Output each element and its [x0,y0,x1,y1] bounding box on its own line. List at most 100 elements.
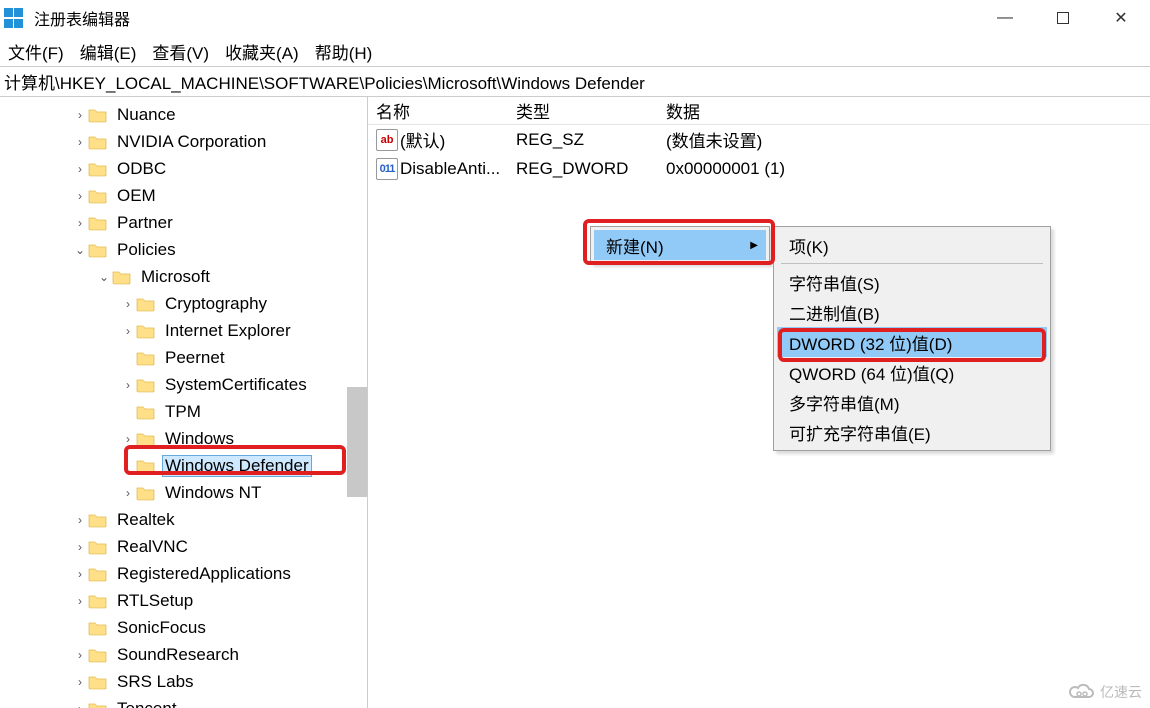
context-menu-new: 新建(N) ▶ [590,226,770,264]
submenu-item[interactable]: 项(K) [777,230,1047,260]
tree-node-label: Realtek [114,510,178,530]
tree-node[interactable]: › Windows [0,425,367,452]
col-header-type[interactable]: 类型 [508,98,658,123]
submenu-item-label: 项(K) [789,233,829,258]
tree-node[interactable]: › SRS Labs [0,668,367,695]
chevron-right-icon[interactable]: › [72,702,88,708]
list-row[interactable]: ab(默认)REG_SZ(数值未设置) [368,125,1150,154]
chevron-right-icon: ▶ [750,240,758,251]
tree-node-label: RealVNC [114,537,191,557]
menu-file[interactable]: 文件(F) [8,39,64,64]
col-header-name[interactable]: 名称 [368,98,508,123]
folder-icon [88,188,108,204]
submenu-item-label: 多字符串值(M) [789,390,899,415]
folder-icon [88,674,108,690]
tree-node-label: Peernet [162,348,228,368]
tree-node[interactable]: ›Windows NT [0,479,367,506]
value-name: DisableAnti... [400,159,500,179]
cloud-icon [1068,683,1096,701]
maximize-button[interactable] [1034,0,1092,36]
minimize-button[interactable]: — [976,0,1034,36]
tree-node-label: Windows Defender [162,455,312,477]
tree-node-label: Microsoft [138,267,213,287]
tree-node-label: Windows [162,429,237,449]
submenu-item[interactable]: DWORD (32 位)值(D) [777,327,1047,357]
tree-node[interactable]: ›Internet Explorer [0,317,367,344]
chevron-right-icon[interactable]: › [72,567,88,581]
chevron-down-icon[interactable]: ⌄ [96,270,112,284]
submenu-item[interactable]: 多字符串值(M) [777,387,1047,417]
tree-node[interactable]: ›NVIDIA Corporation [0,128,367,155]
chevron-right-icon[interactable]: › [120,324,136,338]
submenu-item[interactable]: 字符串值(S) [777,267,1047,297]
address-bar[interactable]: 计算机\HKEY_LOCAL_MACHINE\SOFTWARE\Policies… [0,67,1150,97]
menu-help[interactable]: 帮助(H) [315,39,373,64]
tree-node[interactable]: ›SoundResearch [0,641,367,668]
tree-node-label: SonicFocus [114,618,209,638]
list-row[interactable]: 011DisableAnti...REG_DWORD0x00000001 (1) [368,154,1150,183]
tree-node[interactable]: › Realtek [0,506,367,533]
chevron-right-icon[interactable]: › [72,162,88,176]
menu-favorites[interactable]: 收藏夹(A) [225,39,299,64]
chevron-right-icon[interactable]: › [72,675,88,689]
tree-node[interactable]: ›RegisteredApplications [0,560,367,587]
tree-node-label: TPM [162,402,204,422]
submenu-item-label: DWORD (32 位)值(D) [789,330,952,355]
tree-node[interactable]: ›Tencent [0,695,367,708]
menu-view[interactable]: 查看(V) [152,39,209,64]
chevron-right-icon[interactable]: › [120,432,136,446]
tree-node[interactable]: › SystemCertificates [0,371,367,398]
folder-icon [136,350,156,366]
submenu-item[interactable]: QWORD (64 位)值(Q) [777,357,1047,387]
chevron-right-icon[interactable]: › [72,216,88,230]
chevron-right-icon[interactable]: › [72,135,88,149]
tree-node[interactable]: ⌄ Microsoft [0,263,367,290]
tree-node[interactable]: › Nuance [0,101,367,128]
tree-node[interactable]: ⌄Policies [0,236,367,263]
submenu-item[interactable]: 可扩充字符串值(E) [777,417,1047,447]
context-menu-item-new[interactable]: 新建(N) ▶ [594,230,766,260]
chevron-right-icon[interactable]: › [72,513,88,527]
tree-node[interactable]: ›Partner [0,209,367,236]
chevron-right-icon[interactable]: › [72,189,88,203]
tree-scrollbar[interactable] [347,387,367,497]
tree-node[interactable]: ›Windows Defender [0,452,367,479]
tree-node-label: Cryptography [162,294,270,314]
submenu-item-label: QWORD (64 位)值(Q) [789,360,954,385]
registry-tree: › Nuance ›NVIDIA Corporation›ODBC›OEM›Part… [0,97,367,708]
col-header-data[interactable]: 数据 [658,98,1150,123]
chevron-right-icon[interactable]: › [120,378,136,392]
tree-node[interactable]: ›SonicFocus [0,614,367,641]
value-name: (默认) [400,127,445,152]
chevron-right-icon[interactable]: › [120,486,136,500]
context-menu-item-label: 新建(N) [606,233,664,258]
submenu-item[interactable]: 二进制值(B) [777,297,1047,327]
chevron-right-icon[interactable]: › [72,594,88,608]
app-icon [4,8,24,28]
tree-node[interactable]: › RealVNC [0,533,367,560]
window-title: 注册表编辑器 [34,6,130,30]
tree-node-label: SRS Labs [114,672,197,692]
tree-node[interactable]: ›OEM [0,182,367,209]
close-button[interactable]: ✕ [1092,0,1150,36]
tree-node[interactable]: › Cryptography [0,290,367,317]
folder-icon [136,323,156,339]
chevron-right-icon[interactable]: › [72,648,88,662]
tree-node-label: SystemCertificates [162,375,310,395]
submenu-item-label: 字符串值(S) [789,270,880,295]
menu-edit[interactable]: 编辑(E) [80,39,137,64]
tree-node[interactable]: ›ODBC [0,155,367,182]
chevron-right-icon[interactable]: › [72,540,88,554]
chevron-right-icon[interactable]: › [72,108,88,122]
context-menu-new-submenu: 项(K) 字符串值(S)二进制值(B) DWORD (32 位)值(D) QWORD … [773,226,1051,451]
folder-icon [88,593,108,609]
tree-node-label: Nuance [114,105,179,125]
folder-icon [88,539,108,555]
folder-icon [88,701,108,708]
chevron-right-icon[interactable]: › [120,297,136,311]
tree-node[interactable]: ›Peernet [0,344,367,371]
chevron-down-icon[interactable]: ⌄ [72,243,88,257]
menu-separator [781,263,1043,264]
tree-node[interactable]: ›TPM [0,398,367,425]
tree-node[interactable]: ›RTLSetup [0,587,367,614]
